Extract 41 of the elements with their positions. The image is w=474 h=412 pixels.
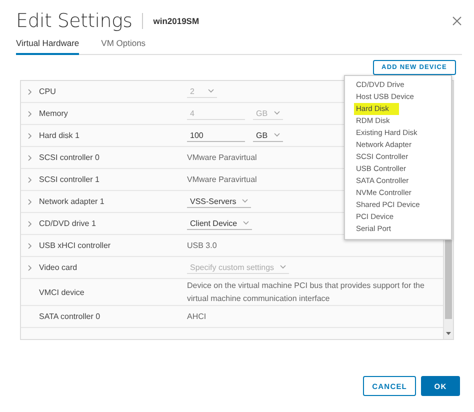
chevron-icon[interactable] bbox=[28, 132, 32, 138]
tab[interactable]: Virtual Hardware bbox=[16, 38, 80, 55]
unit-dropdown[interactable]: GB bbox=[253, 130, 283, 142]
chevron-icon[interactable] bbox=[28, 242, 32, 248]
row-label: Hard disk 1 bbox=[39, 131, 80, 140]
dropdown: Specify custom settings bbox=[187, 262, 290, 274]
dialog-title: Edit Settings bbox=[16, 10, 132, 32]
row-label: CPU bbox=[39, 87, 56, 96]
input-field: 4 bbox=[187, 108, 245, 120]
row-label: Network adapter 1 bbox=[39, 197, 104, 206]
row-value: AHCI bbox=[187, 311, 206, 323]
row-label: Memory bbox=[39, 109, 68, 118]
caret-icon bbox=[274, 133, 280, 137]
close-icon[interactable] bbox=[452, 16, 462, 26]
caret-icon bbox=[242, 199, 248, 203]
input-field[interactable]: 100 bbox=[187, 130, 245, 142]
row-label: SCSI controller 1 bbox=[39, 175, 100, 184]
row-label: Video card bbox=[39, 263, 78, 272]
vm-name: win2019SM bbox=[153, 16, 200, 26]
caret-icon bbox=[274, 111, 280, 115]
dropdown: 2 bbox=[187, 86, 217, 98]
chevron-icon[interactable] bbox=[28, 176, 32, 182]
row-value: VMware Paravirtual bbox=[187, 174, 257, 186]
row-label: USB xHCI controller bbox=[39, 241, 111, 250]
chevron-icon[interactable] bbox=[28, 154, 32, 160]
row-value: Device on the virtual machine PCI bus that provides support for the virtual machine communication interface bbox=[187, 280, 426, 305]
scroll-down-arrow-icon[interactable] bbox=[446, 332, 451, 335]
row-value: USB 3.0 bbox=[187, 240, 217, 252]
dropdown[interactable]: Client Device bbox=[187, 218, 252, 230]
chevron-icon[interactable] bbox=[28, 220, 32, 226]
row-label: VMCI device bbox=[39, 288, 84, 296]
tab[interactable]: VM Options bbox=[101, 38, 146, 55]
caret-icon bbox=[208, 89, 214, 93]
row-label: SATA controller 0 bbox=[39, 312, 100, 321]
chevron-icon[interactable] bbox=[28, 198, 32, 204]
caret-icon bbox=[280, 265, 286, 269]
row-label: CD/DVD drive 1 bbox=[39, 219, 96, 228]
dropdown[interactable]: VSS-Servers bbox=[187, 196, 252, 208]
row-label: SCSI controller 0 bbox=[39, 153, 100, 162]
row-value: VMware Paravirtual bbox=[187, 152, 257, 164]
caret-icon bbox=[243, 221, 250, 225]
